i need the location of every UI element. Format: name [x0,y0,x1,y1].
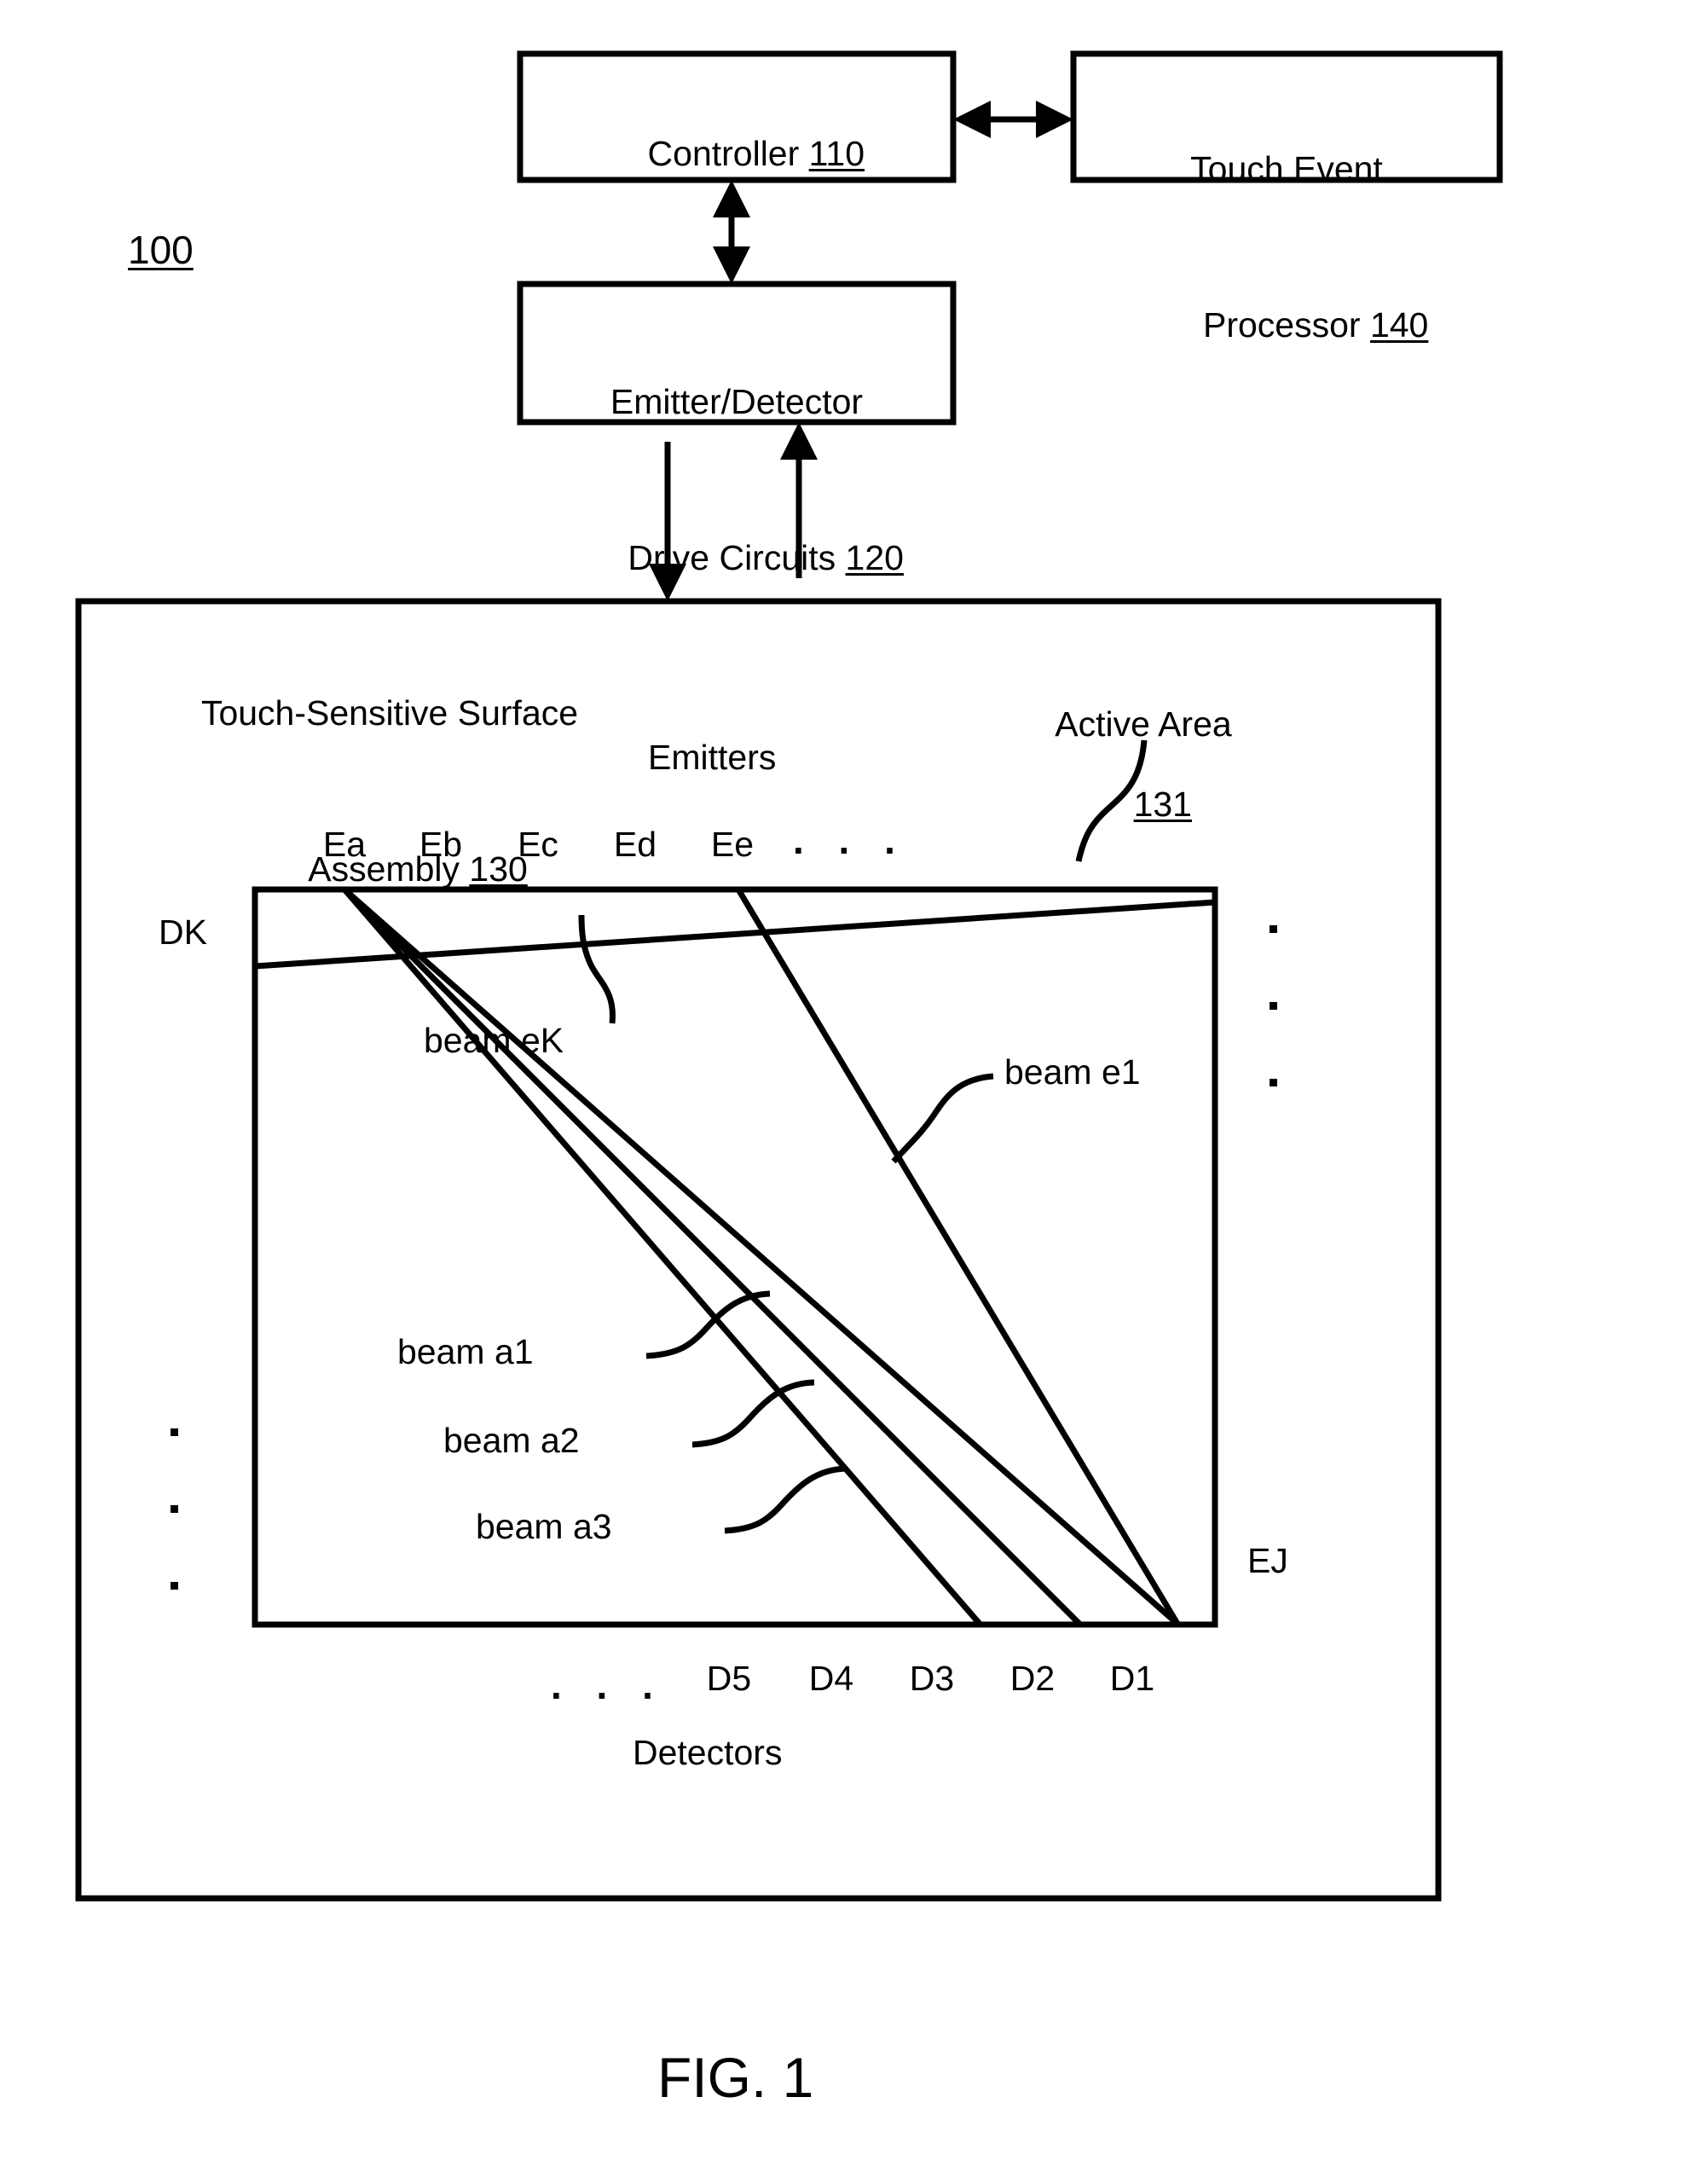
assembly-line1: Touch-Sensitive Surface [200,692,579,733]
active-area-label: Active Area 131 [993,627,1293,863]
patent-figure: 100 Controller 110 Touch Event Processor… [0,0,1689,2184]
detector-label-d1: D1 [1109,1659,1155,1698]
emitter-label-eb: Eb [419,825,463,864]
beam-e1-label: beam e1 [1004,1052,1141,1092]
assembly-title: Touch-Sensitive Surface Assembly 130 [151,616,628,1007]
detector-label-d2: D2 [1009,1659,1056,1698]
arrowhead-down-drive [713,246,750,284]
figure-caption: FIG. 1 [657,2046,814,2109]
beam-a3-label: beam a3 [476,1507,612,1546]
emitter-label-ed: Ed [613,825,657,864]
ellipsis-dot-left-3 [171,1582,178,1590]
active-area-title: Active Area [1055,704,1232,744]
system-ref-label: 100 [128,228,194,272]
ellipsis-dot-left-2 [171,1505,178,1513]
detector-label-d4: D4 [808,1659,854,1698]
ellipsis-dot-right-3 [1270,1079,1277,1086]
touch-event-processor-label: Touch Event Processor 140 [1073,72,1500,463]
detectors-title: Detectors [633,1733,783,1772]
detector-label-d5: D5 [706,1659,752,1698]
arrowhead-left [953,101,991,138]
active-area-ref: 131 [1133,784,1192,824]
beam-e1-leader [891,1073,994,1164]
ellipsis-dot-left-1 [171,1428,178,1436]
tep-ref: 140 [1369,305,1429,345]
emitter-label-ea: Ea [322,825,367,864]
drive-line1: Emitter/Detector [610,381,864,421]
ellipsis-dot-right-2 [1270,1002,1277,1010]
controller-label: Controller 110 [520,96,953,213]
emitter-label-ec: Ec [518,825,558,864]
detector-ellipsis: . . . [551,1663,665,1707]
drive-ref: 120 [845,538,904,578]
emitters-title: Emitters [648,738,777,777]
ellipsis-dot-right-1 [1270,925,1277,933]
beam-a2-label: beam a2 [443,1421,580,1460]
controller-ref: 110 [808,133,865,173]
emitter-label-ee: Ee [710,825,755,864]
beam-ek-label: beam eK [424,1021,564,1060]
emitter-label-ej: EJ [1247,1541,1288,1580]
arrowhead-right [1036,101,1073,138]
detector-label-dk: DK [159,912,207,952]
drive-line2: Drive Circuits [628,538,836,578]
controller-title: Controller [647,133,800,173]
detector-label-d3: D3 [909,1659,955,1698]
beam-a3-leader [724,1465,847,1534]
emitter-ellipsis: . . . [793,818,907,862]
tep-line2: Processor [1202,305,1361,345]
beam-a1-label: beam a1 [397,1332,534,1371]
beam-e1-line [735,888,1181,1625]
beam-a1-leader [645,1290,771,1359]
tep-line1: Touch Event [1190,148,1383,188]
